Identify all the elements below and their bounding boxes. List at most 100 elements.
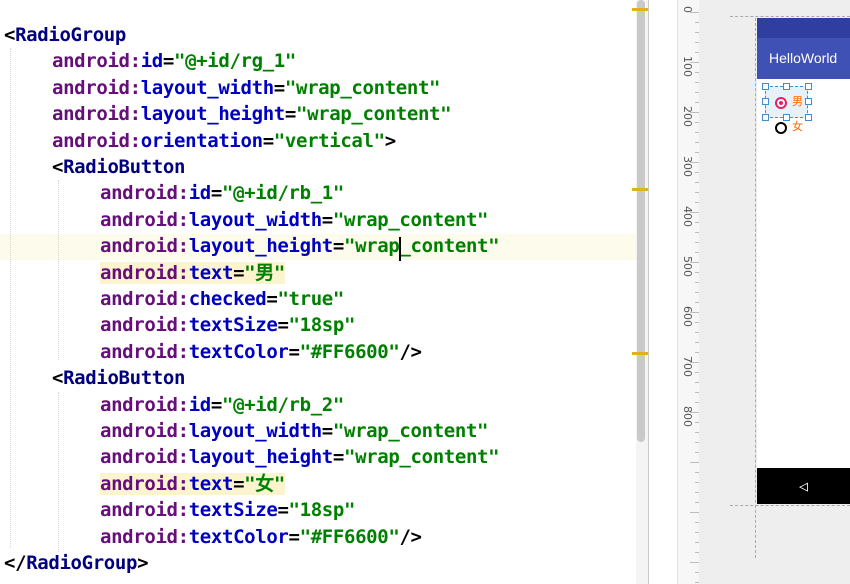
radio-button-1[interactable] [775, 97, 787, 109]
code-token: "wrap_content" [332, 420, 489, 442]
resize-handle[interactable] [805, 114, 812, 121]
resize-handle[interactable] [762, 98, 769, 105]
code-line[interactable]: android:layout_width="wrap_content" [100, 418, 488, 444]
code-line[interactable]: android:textColor="#FF6600"/> [100, 524, 422, 550]
code-token: "wrap_content" [343, 446, 500, 469]
code-line-text: android:textSize="18sp" [100, 314, 355, 336]
code-token: text [188, 261, 234, 284]
code-line[interactable]: android:textSize="18sp" [100, 312, 355, 338]
code-line[interactable]: android:orientation="vertical"> [52, 128, 396, 154]
code-token: android: [100, 314, 189, 337]
code-line[interactable]: android:id="@+id/rb_2" [100, 392, 344, 418]
code-token: "@+id/rb_1" [222, 182, 344, 205]
code-line[interactable]: android:checked="true" [100, 286, 344, 312]
code-token: "18sp" [288, 314, 356, 337]
app-bar: HelloWorld [757, 38, 850, 79]
code-line[interactable]: android:layout_height="wrap_content" [100, 233, 500, 259]
code-token: id [188, 182, 212, 205]
code-token: = [288, 340, 300, 363]
code-line[interactable]: android:text="女" [100, 471, 285, 497]
ruler-label: 500 [681, 256, 694, 277]
code-token: = [162, 50, 174, 73]
code-token: android: [52, 129, 141, 152]
code-token: android: [100, 208, 189, 231]
code-token: /> [399, 525, 422, 548]
resize-handle[interactable] [762, 114, 769, 121]
code-line[interactable]: <RadioGroup [4, 22, 126, 48]
ruler-label: 600 [681, 306, 694, 327]
code-line[interactable]: android:textColor="#FF6600"/> [100, 339, 422, 365]
code-token: android: [100, 340, 189, 363]
warning-marker[interactable] [632, 188, 648, 191]
code-token: = [210, 182, 222, 205]
code-line[interactable]: android:layout_height="wrap_content" [52, 101, 452, 127]
resize-handle[interactable] [805, 98, 812, 105]
code-token: "女" [244, 472, 285, 495]
code-line[interactable]: android:id="@+id/rb_1" [100, 180, 344, 206]
editor-scrollbar-thumb[interactable] [637, 0, 645, 442]
code-token: android: [52, 76, 141, 99]
code-token: android: [100, 446, 189, 469]
code-token: android: [100, 235, 189, 258]
code-token: = [273, 76, 285, 99]
resize-handle[interactable] [805, 83, 812, 90]
pane-divider[interactable] [648, 0, 649, 584]
code-token: </ [4, 552, 27, 574]
code-line[interactable]: android:layout_height="wrap_content" [100, 444, 500, 470]
code-token: android: [52, 50, 141, 73]
code-line[interactable]: android:layout_width="wrap_content" [100, 207, 488, 233]
code-line[interactable]: android:textSize="18sp" [100, 497, 355, 523]
text-cursor [399, 237, 401, 261]
code-line-text: android:layout_height="wrap_content" [100, 235, 500, 258]
code-line-text: android:layout_width="wrap_content" [52, 77, 440, 99]
warning-marker[interactable] [632, 8, 648, 11]
code-line[interactable]: <RadioButton [52, 365, 185, 391]
code-line-text: <RadioButton [52, 156, 185, 178]
ruler-label: 0 [681, 6, 694, 13]
resize-handle[interactable] [783, 114, 790, 121]
code-token: RadioButton [63, 367, 186, 390]
code-token: "男" [244, 261, 285, 284]
code-token: android: [100, 420, 189, 442]
code-line-text: android:id="@+id/rg_1" [52, 50, 296, 72]
code-token: < [52, 367, 64, 390]
code-token: "@+id/rb_2" [222, 393, 344, 416]
app-title: HelloWorld [769, 50, 838, 66]
code-token: = [321, 208, 333, 231]
code-token: "wrap_content" [332, 208, 489, 231]
navigation-bar: ◁ [757, 468, 850, 504]
radio-button-1-label: 男 [792, 95, 803, 108]
code-token: RadioGroup [15, 24, 126, 46]
code-token: = [277, 314, 289, 337]
code-line-text: android:text="男" [100, 261, 285, 284]
radio-button-2[interactable] [775, 122, 787, 134]
warning-marker[interactable] [632, 352, 648, 355]
code-line[interactable]: <RadioButton [52, 154, 185, 180]
code-line-text: android:orientation="vertical"> [52, 130, 396, 152]
code-token: = [332, 235, 344, 258]
code-line[interactable]: android:layout_width="wrap_content" [52, 75, 440, 101]
ruler-label: 300 [681, 156, 694, 177]
code-token: "wrap_content" [284, 76, 441, 99]
indent-guide [58, 180, 59, 360]
code-token: "18sp" [288, 499, 356, 522]
resize-handle[interactable] [783, 83, 790, 90]
status-bar [757, 18, 850, 38]
code-line-text: <RadioGroup [4, 24, 126, 46]
code-token: id [188, 393, 212, 416]
code-token: checked [188, 288, 267, 310]
resize-handle[interactable] [762, 83, 769, 90]
code-token: "vertical" [273, 129, 385, 152]
code-editor[interactable]: <RadioGroup android:id="@+id/rg_1" android… [0, 0, 636, 584]
code-token: layout_height [140, 103, 286, 126]
code-token: = [332, 446, 344, 469]
device-frame-guide [730, 505, 850, 506]
code-line-text: android:id="@+id/rb_2" [100, 394, 344, 416]
code-token: layout_height [188, 446, 334, 469]
back-icon[interactable]: ◁ [799, 477, 808, 495]
code-token: id [140, 50, 164, 73]
code-line[interactable]: </RadioGroup> [4, 550, 149, 576]
code-line[interactable]: android:text="男" [100, 260, 285, 286]
ruler-label: 100 [681, 56, 694, 77]
code-line[interactable]: android:id="@+id/rg_1" [52, 48, 296, 74]
